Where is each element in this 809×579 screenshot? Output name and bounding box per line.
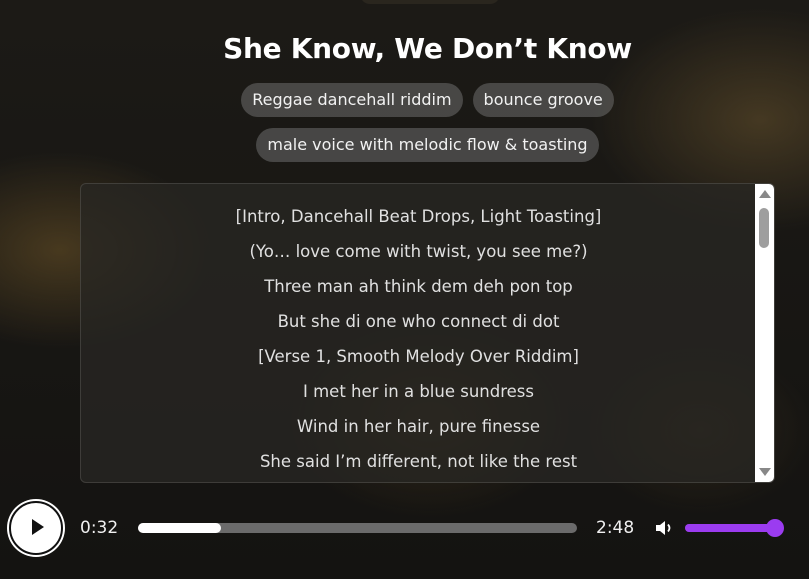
scrollbar-thumb[interactable] bbox=[759, 208, 769, 248]
lyric-line: [Verse 1, Smooth Melody Over Riddim] bbox=[258, 347, 579, 366]
tag-row: Reggae dancehall riddim bounce groove bbox=[0, 83, 809, 117]
volume-icon[interactable] bbox=[655, 519, 675, 537]
cover-art bbox=[360, 0, 500, 4]
play-button[interactable] bbox=[9, 501, 63, 555]
lyric-line: But she di one who connect di dot bbox=[277, 312, 560, 331]
style-tag: bounce groove bbox=[472, 83, 614, 117]
volume-knob[interactable] bbox=[766, 519, 784, 537]
duration: 2:48 bbox=[596, 518, 635, 538]
lyric-line: Wind in her hair, pure finesse bbox=[296, 417, 541, 436]
tag-row: male voice with melodic flow & toasting bbox=[0, 128, 809, 162]
lyric-line: [Intro, Dancehall Beat Drops, Light Toas… bbox=[235, 207, 602, 226]
lyrics-scrollbar[interactable] bbox=[755, 184, 774, 482]
lyric-line: (Yo… love come with twist, you see me?) bbox=[249, 242, 588, 261]
lyric-line: I met her in a blue sundress bbox=[303, 382, 534, 401]
lyric-line: She said I’m different, not like the res… bbox=[259, 452, 578, 471]
genre-tag: Reggae dancehall riddim bbox=[241, 83, 463, 117]
song-title: She Know, We Don’t Know bbox=[223, 32, 632, 65]
audio-player: 0:32 2:48 bbox=[0, 501, 809, 555]
current-time: 0:32 bbox=[80, 518, 119, 538]
lyric-line: Three man ah think dem deh pon top bbox=[264, 277, 573, 296]
play-icon bbox=[32, 519, 44, 535]
progress-bar[interactable] bbox=[138, 523, 577, 533]
scroll-up-arrow-icon[interactable] bbox=[759, 190, 771, 198]
lyrics-panel[interactable]: [Intro, Dancehall Beat Drops, Light Toas… bbox=[80, 183, 775, 483]
volume-slider[interactable] bbox=[685, 519, 784, 537]
lyrics-list: [Intro, Dancehall Beat Drops, Light Toas… bbox=[81, 206, 756, 482]
volume-fill bbox=[685, 524, 775, 532]
progress-fill bbox=[138, 523, 222, 533]
voice-tag: male voice with melodic flow & toasting bbox=[256, 128, 599, 162]
scroll-down-arrow-icon[interactable] bbox=[759, 468, 771, 476]
